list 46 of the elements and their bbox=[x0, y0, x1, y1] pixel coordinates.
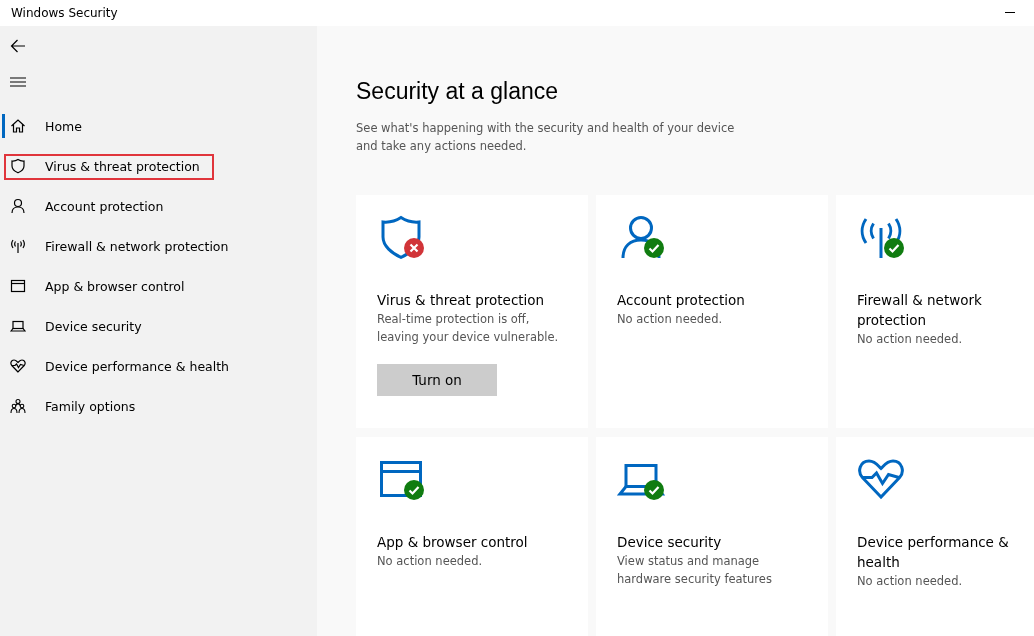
card-description: No action needed. bbox=[377, 553, 484, 570]
sidebar-item[interactable]: Device performance & health bbox=[0, 346, 317, 386]
sidebar-item[interactable]: Account protection bbox=[0, 186, 317, 226]
sidebar-item[interactable]: Home bbox=[0, 106, 317, 146]
status-card[interactable]: App & browser control No action needed. bbox=[356, 437, 588, 636]
window-icon bbox=[10, 278, 26, 294]
status-card[interactable]: Firewall & network protection No action needed. bbox=[836, 195, 1034, 428]
sidebar-item[interactable]: Virus & threat protection bbox=[0, 146, 317, 186]
card-title: Device performance & health bbox=[857, 533, 1010, 572]
status-card[interactable]: Device security View status and manage hardware security features bbox=[596, 437, 828, 636]
status-card[interactable]: Device performance & health No action needed. bbox=[836, 437, 1034, 636]
back-arrow-icon[interactable] bbox=[10, 39, 26, 53]
card-description: No action needed. bbox=[857, 331, 964, 348]
check-badge-icon bbox=[884, 238, 904, 258]
window-title: Windows Security bbox=[11, 6, 118, 20]
check-badge-icon bbox=[404, 480, 424, 500]
home-icon bbox=[10, 118, 26, 134]
page-description: See what's happening with the security and health of your device and take any actions needed. bbox=[356, 120, 736, 155]
card-description: Real-time protection is off, leaving your device vulnerable. bbox=[377, 311, 560, 346]
sidebar-item[interactable]: Device security bbox=[0, 306, 317, 346]
sidebar-item[interactable]: Firewall & network protection bbox=[0, 226, 317, 266]
card-title: App & browser control bbox=[377, 533, 529, 552]
turn-on-button[interactable]: Turn on bbox=[377, 364, 497, 396]
check-badge-icon bbox=[644, 238, 664, 258]
card-title: Account protection bbox=[617, 291, 746, 310]
sidebar-item[interactable]: Family options bbox=[0, 386, 317, 426]
card-description: No action needed. bbox=[617, 311, 724, 328]
card-title: Firewall & network protection bbox=[857, 291, 983, 330]
laptop-icon bbox=[10, 318, 26, 334]
card-title: Virus & threat protection bbox=[377, 291, 546, 310]
person-icon bbox=[10, 198, 26, 214]
page-heading: Security at a glance bbox=[356, 78, 559, 105]
heart-icon bbox=[10, 358, 26, 374]
status-card[interactable]: Account protection No action needed. bbox=[596, 195, 828, 428]
status-card[interactable]: Virus & threat protection Real-time protection is off, leaving your device vulnerable. Turn on bbox=[356, 195, 588, 428]
card-title: Device security bbox=[617, 533, 723, 552]
card-description: No action needed. bbox=[857, 573, 964, 590]
check-badge-icon bbox=[644, 480, 664, 500]
sidebar-item[interactable]: App & browser control bbox=[0, 266, 317, 306]
antenna-icon bbox=[10, 238, 26, 254]
minimize-icon[interactable] bbox=[1005, 12, 1015, 14]
error-badge-icon bbox=[404, 238, 424, 258]
card-description: View status and manage hardware security features bbox=[617, 553, 773, 588]
people-icon bbox=[10, 398, 26, 414]
menu-icon[interactable] bbox=[10, 77, 26, 87]
shield-icon bbox=[10, 158, 26, 174]
